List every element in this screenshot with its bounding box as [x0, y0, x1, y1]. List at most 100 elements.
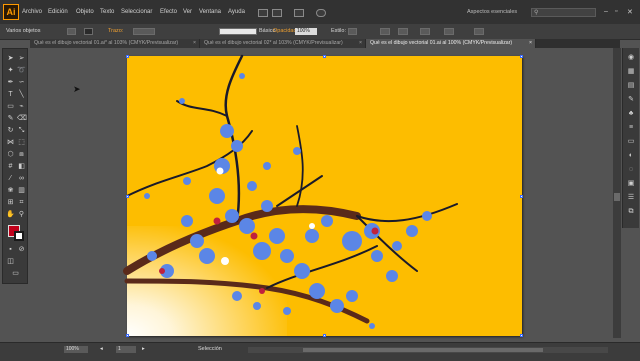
width-tool-icon[interactable]: ⋈ [6, 138, 15, 147]
hand-tool-icon[interactable]: ✋ [6, 210, 15, 219]
perspective-grid-tool-icon[interactable]: ⧈ [17, 150, 26, 159]
appearance-panel-icon[interactable]: ◌ [626, 166, 636, 174]
graphic-styles-panel-icon[interactable]: ▣ [626, 180, 636, 188]
pen-tool-icon[interactable]: ✒ [6, 78, 15, 87]
eraser-tool-icon[interactable]: ⌫ [17, 114, 27, 123]
lasso-tool-icon[interactable]: ➰ [17, 66, 26, 75]
close-icon[interactable]: ✕ [627, 8, 633, 16]
eyedropper-tool-icon[interactable]: ⁄ [6, 174, 15, 183]
rotate-tool-icon[interactable]: ↻ [6, 126, 15, 135]
stroke-color-swatch[interactable] [14, 231, 24, 241]
minimize-icon[interactable]: – [604, 8, 608, 15]
close-tab-icon[interactable]: × [529, 39, 532, 48]
type-tool-icon[interactable]: T [6, 90, 15, 99]
next-artboard-icon[interactable]: ▸ [142, 346, 145, 352]
rectangle-tool-icon[interactable]: ▭ [6, 102, 15, 111]
recolor-artwork-icon[interactable] [380, 28, 390, 35]
slice-tool-icon[interactable]: ⌗ [17, 198, 26, 207]
restore-icon[interactable]: ▫ [615, 8, 617, 15]
bounding-box-handle[interactable] [520, 334, 523, 337]
first-artboard-icon[interactable]: ◂ [100, 346, 103, 352]
cherry-blossom-artwork[interactable] [123, 54, 462, 336]
scale-tool-icon[interactable]: ⤡ [17, 126, 26, 135]
help-search-input[interactable]: ⚲ [531, 8, 596, 17]
transform-icon[interactable] [420, 28, 430, 35]
brushes-panel-icon[interactable]: ✎ [626, 96, 636, 104]
menu-ayuda[interactable]: Ayuda [228, 9, 245, 15]
pencil-tool-icon[interactable]: ✎ [6, 114, 15, 123]
align-objects-icon[interactable] [474, 28, 484, 35]
align-icon[interactable] [398, 28, 408, 35]
bounding-box-handle[interactable] [520, 195, 523, 198]
bounding-box-handle[interactable] [323, 334, 326, 337]
line-tool-icon[interactable]: ╲ [17, 90, 26, 99]
menu-ventana[interactable]: Ventana [199, 9, 221, 15]
scrollbar-thumb[interactable] [303, 348, 543, 352]
menu-seleccionar[interactable]: Seleccionar [121, 9, 152, 15]
zoom-field[interactable]: 100% [64, 346, 88, 353]
bridge-icon[interactable] [258, 9, 268, 17]
close-tab-icon[interactable]: × [359, 39, 362, 48]
gpu-performance-icon[interactable] [316, 9, 326, 17]
color-panel-icon[interactable]: ◉ [626, 54, 636, 62]
stroke-swatch[interactable] [84, 28, 93, 35]
bounding-box-handle[interactable] [126, 55, 129, 58]
none-color-icon[interactable]: ⊘ [17, 245, 26, 254]
shape-builder-tool-icon[interactable]: ⬡ [6, 150, 15, 159]
menu-edicion[interactable]: Edición [48, 9, 68, 15]
screen-mode-icon[interactable]: ▭ [11, 269, 20, 278]
close-tab-icon[interactable]: × [193, 39, 196, 48]
current-tool-status[interactable]: Selección [198, 346, 222, 352]
color-guide-icon[interactable]: ▦ [626, 68, 636, 76]
gradient-panel-icon[interactable]: ▭ [626, 138, 636, 146]
curvature-tool-icon[interactable]: ∽ [17, 78, 26, 87]
transparency-panel-icon[interactable]: ◐ [626, 152, 636, 160]
bounding-box-handle[interactable] [126, 195, 129, 198]
artboard-number-field[interactable]: 1 [116, 346, 136, 353]
gradient-tool-icon[interactable]: ◧ [17, 162, 26, 171]
stroke-weight-field[interactable] [133, 28, 155, 35]
swatches-panel-icon[interactable]: ▤ [626, 82, 636, 90]
horizontal-scrollbar[interactable] [248, 347, 608, 353]
tab-document-3[interactable]: Qué es el dibujo vectorial 01.ai al 100%… [366, 39, 536, 48]
symbol-sprayer-tool-icon[interactable]: ❀ [6, 186, 15, 195]
mesh-tool-icon[interactable]: # [6, 162, 15, 171]
bounding-box-handle[interactable] [126, 334, 129, 337]
menu-archivo[interactable]: Archivo [22, 9, 42, 15]
menu-texto[interactable]: Texto [100, 9, 114, 15]
tab-document-2[interactable]: Qué es el dibujo vectorial 02* al 103% (… [200, 39, 366, 48]
selection-tool-icon[interactable]: ➤ [6, 54, 15, 63]
tab-document-1[interactable]: Qué es el dibujo vectorial 01.ai* al 103… [30, 39, 200, 48]
artboards-panel-icon[interactable]: ⧉ [626, 208, 636, 216]
zoom-tool-icon[interactable]: ⚲ [17, 210, 26, 219]
blend-tool-icon[interactable]: ∞ [17, 174, 26, 183]
layout-icon[interactable] [294, 9, 304, 17]
menu-efecto[interactable]: Efecto [160, 9, 177, 15]
stroke-panel-icon[interactable]: ≡ [626, 124, 636, 132]
drawing-mode-icon[interactable]: ◫ [6, 257, 15, 266]
variable-width-profile[interactable] [219, 28, 257, 35]
arrange-documents-icon[interactable] [272, 9, 282, 17]
graphic-style-swatch[interactable] [348, 28, 357, 35]
color-mode-icon[interactable]: ▪ [6, 245, 15, 254]
magic-wand-tool-icon[interactable]: ✦ [6, 66, 15, 75]
layers-panel-icon[interactable]: ☰ [626, 194, 636, 202]
menu-objeto[interactable]: Objeto [76, 9, 94, 15]
bounding-box-handle[interactable] [323, 55, 326, 58]
stroke-label[interactable]: Trazo: [108, 28, 123, 34]
paintbrush-tool-icon[interactable]: ⌁ [17, 102, 26, 111]
opacity-field[interactable]: 100% [295, 28, 317, 35]
isolate-icon[interactable] [444, 28, 454, 35]
menu-ver[interactable]: Ver [183, 9, 192, 15]
scrollbar-thumb[interactable] [614, 193, 620, 201]
free-transform-tool-icon[interactable]: ⬚ [17, 138, 26, 147]
direct-selection-tool-icon[interactable]: ➢ [17, 54, 26, 63]
workspace-switcher[interactable]: Aspectos esenciales [467, 9, 517, 15]
symbols-panel-icon[interactable]: ♣ [626, 110, 636, 118]
tab-label: Qué es el dibujo vectorial 02* al 103% (… [204, 40, 343, 46]
artboard-tool-icon[interactable]: ⊞ [6, 198, 15, 207]
bounding-box-handle[interactable] [520, 55, 523, 58]
fill-swatch[interactable] [67, 28, 76, 35]
column-graph-tool-icon[interactable]: ▥ [17, 186, 26, 195]
vertical-scrollbar[interactable] [613, 48, 621, 338]
